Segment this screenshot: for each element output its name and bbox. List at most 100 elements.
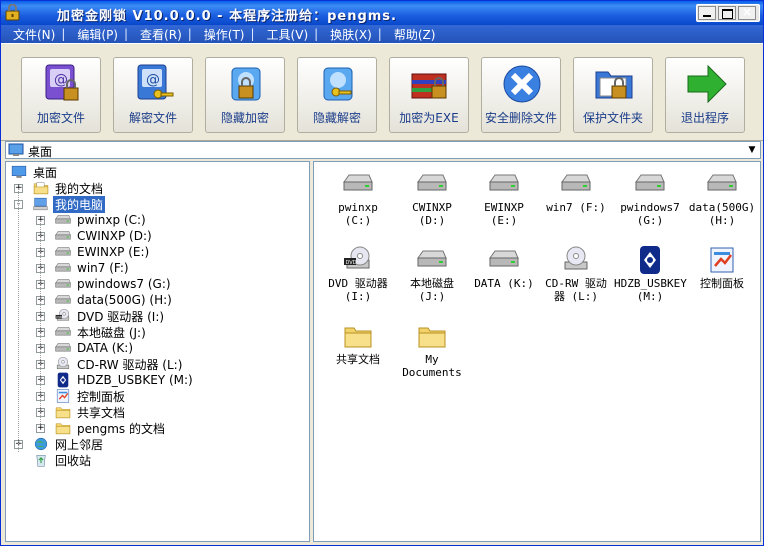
- toolbar-button-1[interactable]: @ 解密文件: [113, 57, 193, 133]
- toolbar-button-7[interactable]: 退出程序: [665, 57, 745, 133]
- tree-node-label: pengms 的文档: [77, 421, 165, 436]
- close-button[interactable]: ×: [738, 5, 756, 20]
- close-icon: ×: [741, 5, 753, 19]
- address-value: 桌面: [28, 145, 53, 159]
- file-item-label: win7 (F:): [546, 201, 606, 214]
- tree-node[interactable]: HDZB_USBKEY (M:): [54, 372, 195, 388]
- tree-node[interactable]: pwindows7 (G:): [54, 276, 173, 292]
- file-item-label: 本地磁盘 (J:): [410, 277, 454, 303]
- folder-icon: [54, 404, 72, 420]
- tree-node[interactable]: 网上邻居: [32, 436, 105, 452]
- tree-node[interactable]: 桌面: [10, 164, 59, 180]
- tree-node[interactable]: DVD DVD 驱动器 (I:): [54, 308, 166, 324]
- tree-node-label: 本地磁盘 (J:): [77, 325, 146, 340]
- menu-bar: 文件(N) | 编辑(P) | 查看(R) | 操作(T) | 工具(V) | 换肤(X) | 帮助(Z…: [1, 25, 763, 43]
- svg-text:DVD: DVD: [346, 260, 357, 266]
- tree-node[interactable]: 我的电脑: [32, 195, 106, 213]
- file-item[interactable]: 控制面板: [686, 246, 758, 290]
- file-item[interactable]: EWINXP (E:): [468, 170, 540, 227]
- tree-node[interactable]: 控制面板: [54, 388, 127, 404]
- tree-node-label: DATA (K:): [77, 341, 134, 355]
- computer-icon: [32, 196, 50, 212]
- tree-node[interactable]: DATA (K:): [54, 340, 135, 356]
- file-item[interactable]: 共享文档: [322, 322, 394, 366]
- toolbar-button-label: 隐藏解密: [312, 111, 361, 125]
- menu-item[interactable]: 编辑(P): [65, 26, 124, 43]
- file-item[interactable]: HDZB_USBKEY (M:): [614, 246, 687, 303]
- file-item[interactable]: CWINXP (D:): [396, 170, 468, 227]
- cdrom-icon: [54, 356, 72, 372]
- toolbar-button-6[interactable]: 保护文件夹: [573, 57, 653, 133]
- tree-node-label: 回收站: [55, 453, 92, 468]
- tree-node-label: 网上邻居: [55, 437, 104, 452]
- folder-tree[interactable]: 桌面 我的文档 + 我的电脑 - pwinxp (C:) + CWINXP (D:) + EWIN…: [5, 161, 310, 542]
- drive-icon: [415, 246, 449, 274]
- tree-node[interactable]: 共享文档: [54, 404, 127, 420]
- toolbar-button-2[interactable]: 隐藏加密: [205, 57, 285, 133]
- file-item-label: DATA (K:): [474, 277, 534, 290]
- folder-icon: [54, 420, 72, 436]
- menu-item[interactable]: 查看(R): [128, 26, 188, 43]
- address-bar[interactable]: 桌面 ▼: [5, 141, 761, 159]
- toolbar-button-5[interactable]: 安全删除文件: [481, 57, 561, 133]
- address-dropdown-button[interactable]: ▼: [745, 143, 759, 157]
- file-item[interactable]: DVD DVD 驱动器 (I:): [322, 246, 394, 303]
- toolbar-button-4[interactable]: 加密为EXE: [389, 57, 469, 133]
- file-item[interactable]: pwinxp (C:): [322, 170, 394, 227]
- drive-icon: [633, 170, 667, 198]
- control-icon: [54, 388, 72, 404]
- tree-node[interactable]: pwinxp (C:): [54, 212, 148, 228]
- tree-node[interactable]: pengms 的文档: [54, 420, 167, 436]
- expand-icon[interactable]: +: [36, 424, 45, 433]
- tree-node[interactable]: 本地磁盘 (J:): [54, 324, 148, 340]
- toolbar-button-0[interactable]: @ 加密文件: [21, 57, 101, 133]
- tree-node[interactable]: 我的文档: [32, 180, 105, 196]
- desktop-icon: [8, 143, 24, 156]
- drive-icon: [54, 292, 72, 308]
- menu-item[interactable]: 帮助(Z): [382, 26, 442, 43]
- tree-node[interactable]: 回收站: [32, 452, 93, 468]
- tree-node[interactable]: win7 (F:): [54, 260, 131, 276]
- minimize-button[interactable]: [698, 6, 716, 20]
- file-item-label: 控制面板: [700, 277, 744, 290]
- drive-icon: [487, 246, 521, 274]
- drive-icon: [54, 340, 72, 356]
- menu-item[interactable]: 工具(V): [255, 26, 315, 43]
- file-item[interactable]: win7 (F:): [540, 170, 612, 214]
- menu-item[interactable]: 文件(N): [1, 26, 61, 43]
- file-item[interactable]: data(500G) (H:): [686, 170, 758, 227]
- title-bar[interactable]: 加密金刚锁 V10.0.0.0 - 本程序注册给：pengms. ×: [1, 1, 763, 25]
- svg-text:@: @: [146, 72, 160, 88]
- toolbar-button-label: 隐藏加密: [220, 111, 269, 125]
- file-item[interactable]: My Documents: [396, 322, 468, 379]
- tree-node-label: 控制面板: [77, 389, 126, 404]
- svg-text:DVD: DVD: [56, 315, 62, 319]
- tree-node[interactable]: CD-RW 驱动器 (L:): [54, 356, 184, 372]
- drive-icon: [54, 228, 72, 244]
- file-item[interactable]: CD-RW 驱动 器 (L:): [540, 246, 612, 303]
- tree-node[interactable]: CWINXP (D:): [54, 228, 154, 244]
- file-item-label: HDZB_USBKEY (M:): [614, 277, 687, 303]
- maximize-button[interactable]: [718, 6, 736, 20]
- toolbar: @ 加密文件 @ 解密文件 隐藏加密 隐藏解密 加密为EXE 安全删除文件 保护文件夹 退出程序: [1, 43, 763, 141]
- toolbar-button-label: 解密文件: [128, 111, 177, 125]
- control-icon: [705, 246, 739, 274]
- dvd-icon: DVD: [341, 246, 375, 274]
- file-item-label: 共享文档: [336, 353, 380, 366]
- drive-icon: [54, 324, 72, 340]
- menu-item[interactable]: 换肤(X): [318, 26, 378, 43]
- file-item-label: CD-RW 驱动 器 (L:): [545, 277, 607, 303]
- file-item[interactable]: 本地磁盘 (J:): [396, 246, 468, 303]
- menu-item[interactable]: 操作(T): [192, 26, 251, 43]
- drive-icon: [54, 212, 72, 228]
- tree-node[interactable]: EWINXP (E:): [54, 244, 151, 260]
- file-item[interactable]: DATA (K:): [468, 246, 540, 290]
- file-item-label: DVD 驱动器 (I:): [328, 277, 388, 303]
- tree-node-label: win7 (F:): [77, 261, 129, 275]
- tree-node-label: pwinxp (C:): [77, 213, 146, 227]
- tree-node-label: EWINXP (E:): [77, 245, 150, 259]
- toolbar-button-3[interactable]: 隐藏解密: [297, 57, 377, 133]
- tree-node[interactable]: data(500G) (H:): [54, 292, 174, 308]
- file-item[interactable]: pwindows7 (G:): [614, 170, 686, 227]
- file-list[interactable]: pwinxp (C:) CWINXP (D:) EWINXP (E:) win7 (F…: [313, 161, 761, 542]
